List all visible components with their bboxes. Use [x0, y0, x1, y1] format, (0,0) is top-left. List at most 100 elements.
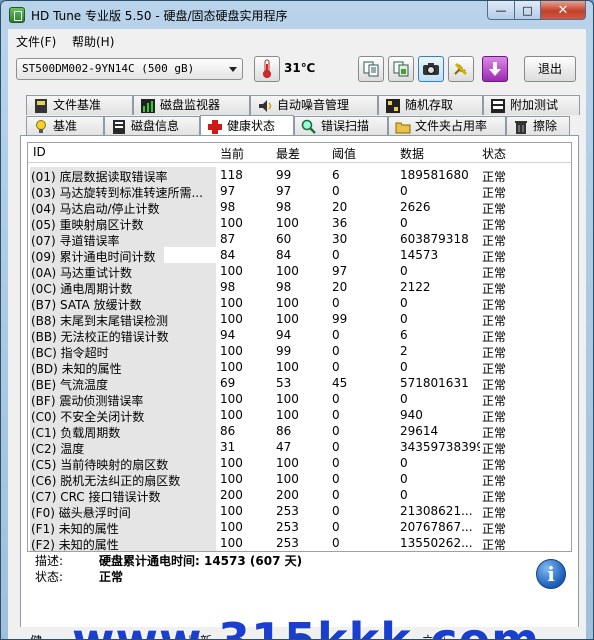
table-row[interactable]: (09) 累计通电时间计数 84 84 0 14573 正常 — [28, 247, 571, 264]
menu-file[interactable]: 文件(F) — [16, 33, 56, 50]
row-data: 0 — [400, 216, 408, 230]
tab-noise-management[interactable]: 自动噪音管理 — [250, 95, 378, 115]
row-current: 100 — [220, 264, 243, 278]
row-data: 0 — [400, 472, 408, 486]
row-worst: 200 — [276, 488, 299, 502]
table-row[interactable]: (B7) SATA 放缓计数 100 100 0 0 正常 — [28, 295, 571, 312]
row-current: 98 — [220, 200, 236, 214]
row-worst: 100 — [276, 456, 299, 470]
tab-benchmark[interactable]: 基准 — [26, 116, 104, 136]
title-bar[interactable]: HD Tune 专业版 5.50 - 硬盘/固态硬盘实用程序 — □ ✕ — [1, 1, 593, 29]
minimize-button[interactable]: — — [487, 1, 515, 20]
lightbulb-icon — [33, 119, 49, 135]
table-row[interactable]: (03) 马达旋转到标准转速所需... 97 97 0 0 正常 — [28, 183, 571, 200]
table-row[interactable]: (BE) 气流温度 69 53 45 571801631 正常 — [28, 375, 571, 392]
row-data: 20767867... — [400, 520, 473, 534]
table-row[interactable]: (01) 底层数据读取错误率 118 99 6 189581680 正常 — [28, 167, 571, 184]
close-button[interactable]: ✕ — [540, 1, 586, 20]
table-row[interactable]: (C1) 负载周期数 86 86 0 29614 正常 — [28, 423, 571, 440]
row-worst: 253 — [276, 536, 299, 550]
col-data[interactable]: 数据 — [400, 145, 424, 162]
col-threshold[interactable]: 阈值 — [332, 145, 356, 162]
table-row[interactable]: (C2) 温度 31 47 0 34359738399 正常 — [28, 439, 571, 456]
tab-extra-tests[interactable]: 附加测试 — [483, 95, 580, 115]
copy-screenshot-icon[interactable] — [388, 56, 414, 82]
table-row[interactable]: (07) 寻道错误率 87 60 30 603879318 正常 — [28, 231, 571, 248]
row-current: 84 — [220, 248, 236, 262]
row-current: 98 — [220, 280, 236, 294]
row-threshold: 0 — [332, 424, 340, 438]
row-current: 100 — [220, 360, 243, 374]
camera-icon[interactable] — [418, 56, 444, 82]
col-current[interactable]: 当前 — [220, 145, 244, 162]
menu-help[interactable]: 帮助(H) — [72, 33, 114, 50]
table-row[interactable]: (C6) 脱机无法纠正的扇区数 100 100 0 0 正常 — [28, 471, 571, 488]
row-data: 0 — [400, 392, 408, 406]
tab-error-scan[interactable]: 错误扫描 — [294, 116, 388, 136]
table-row[interactable]: (C0) 不安全关闭计数 100 100 0 940 正常 — [28, 407, 571, 424]
tab-disk-info[interactable]: 磁盘信息 — [104, 116, 200, 136]
speaker-icon — [257, 98, 273, 114]
row-status: 正常 — [482, 538, 507, 552]
tab-folder-usage[interactable]: 文件夹占用率 — [388, 116, 506, 136]
tab-health[interactable]: 健康状态 — [200, 115, 294, 137]
table-row[interactable]: (BB) 无法校正的错误计数 94 94 0 6 正常 — [28, 327, 571, 344]
row-current: 100 — [220, 536, 243, 550]
magnifier-icon — [301, 119, 317, 135]
row-threshold: 0 — [332, 360, 340, 374]
table-row[interactable]: (C7) CRC 接口错误计数 200 200 0 0 正常 — [28, 487, 571, 504]
table-row[interactable]: (F2) 未知的属性 100 253 0 13550262... 正常 — [28, 535, 571, 552]
copy-text-icon[interactable] — [358, 56, 384, 82]
row-worst: 99 — [276, 168, 292, 182]
table-row[interactable]: (0C) 通电周期计数 98 98 20 2122 正常 — [28, 279, 571, 296]
row-threshold: 0 — [332, 440, 340, 454]
bottom-checkbox-label[interactable]: 健 — [30, 632, 42, 639]
table-row[interactable]: (B8) 末尾到末尾错误检测 100 100 99 0 正常 — [28, 311, 571, 328]
row-threshold: 97 — [332, 264, 348, 278]
row-data: 14573 — [400, 248, 439, 262]
table-row[interactable]: (BF) 震动侦测错误率 100 100 0 0 正常 — [28, 391, 571, 408]
row-worst: 100 — [276, 296, 299, 310]
tab-label: 健康状态 — [227, 119, 276, 133]
menu-bar: 文件(F) 帮助(H) — [8, 29, 586, 51]
row-worst: 100 — [276, 408, 299, 422]
row-threshold: 36 — [332, 216, 348, 230]
drive-select[interactable]: ST500DM002-9YN14C (500 gB) — [16, 58, 243, 80]
info-icon[interactable]: i — [536, 559, 566, 589]
smart-table[interactable]: ID 当前 最差 阈值 数据 状态 (01) 底层数据读取错误率 118 99 6 18… — [27, 142, 572, 552]
row-current: 100 — [220, 312, 243, 326]
row-threshold: 0 — [332, 248, 340, 262]
table-row[interactable]: (C5) 当前待映射的扇区数 100 100 0 0 正常 — [28, 455, 571, 472]
col-worst[interactable]: 最差 — [276, 145, 300, 162]
temperature-readout: 31℃ — [284, 61, 316, 75]
row-threshold: 20 — [332, 280, 348, 294]
status-value: 正常 — [99, 570, 124, 584]
table-row[interactable]: (05) 重映射扇区计数 100 100 36 0 正常 — [28, 215, 571, 232]
row-current: 87 — [220, 232, 236, 246]
col-id[interactable]: ID — [33, 145, 46, 159]
table-row[interactable]: (BC) 指令超时 100 99 0 2 正常 — [28, 343, 571, 360]
col-status[interactable]: 状态 — [482, 145, 506, 162]
random-access-icon — [385, 98, 401, 114]
tab-erase[interactable]: 擦除 — [506, 116, 570, 136]
tab-file-benchmark[interactable]: 文件基准 — [26, 95, 133, 115]
table-row[interactable]: (0A) 马达重试计数 100 100 97 0 正常 — [28, 263, 571, 280]
maximize-button[interactable]: □ — [514, 1, 541, 20]
table-row[interactable]: (04) 马达启动/停止计数 98 98 20 2626 正常 — [28, 199, 571, 216]
row-current: 86 — [220, 424, 236, 438]
thermometer-icon — [254, 56, 280, 82]
tab-disk-monitor[interactable]: 磁盘监视器 — [133, 95, 250, 115]
table-row[interactable]: (F0) 磁头悬浮时间 100 253 0 21308621... 正常 — [28, 503, 571, 520]
row-worst: 100 — [276, 392, 299, 406]
row-data: 603879318 — [400, 232, 469, 246]
table-row[interactable]: (BD) 未知的属性 100 100 0 0 正常 — [28, 359, 571, 376]
exit-button[interactable]: 退出 — [524, 56, 576, 82]
tab-random-access[interactable]: 随机存取 — [378, 95, 483, 115]
row-current: 100 — [220, 296, 243, 310]
save-icon[interactable] — [482, 56, 508, 82]
row-data: 0 — [400, 184, 408, 198]
table-row[interactable]: (F1) 未知的属性 100 253 0 20767867... 正常 — [28, 519, 571, 536]
settings-icon[interactable] — [448, 56, 474, 82]
status-label: 状态: — [35, 570, 64, 584]
row-worst: 84 — [276, 248, 292, 262]
